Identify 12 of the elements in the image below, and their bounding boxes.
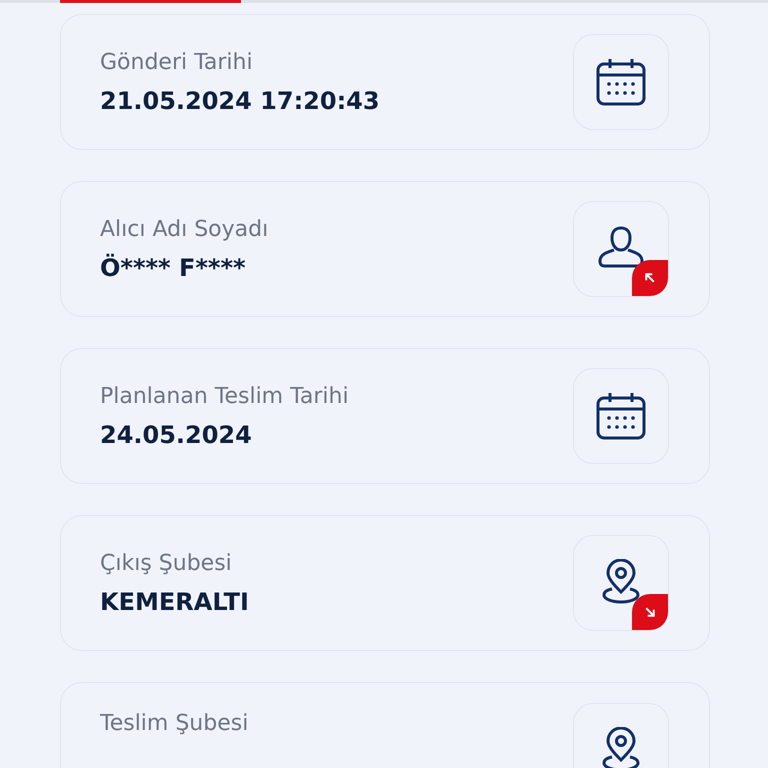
field-label: Planlanan Teslim Tarihi: [100, 384, 349, 408]
calendar-icon: [595, 57, 647, 107]
field-label: Alıcı Adı Soyadı: [100, 216, 268, 242]
field-value: Ö**** F****: [100, 254, 247, 282]
calendar-icon: [595, 391, 647, 441]
field-label: Çıkış Şubesi: [100, 550, 233, 576]
field-value: KEMERALTI: [100, 588, 249, 616]
field-value: 21.05.2024 17:20:43: [100, 86, 380, 114]
field-label: Teslim Şubesi: [100, 711, 248, 736]
field-label: Gönderi Tarihi: [100, 50, 254, 74]
location-pin-icon: [601, 727, 641, 768]
field-value: 24.05.2024: [100, 420, 253, 448]
